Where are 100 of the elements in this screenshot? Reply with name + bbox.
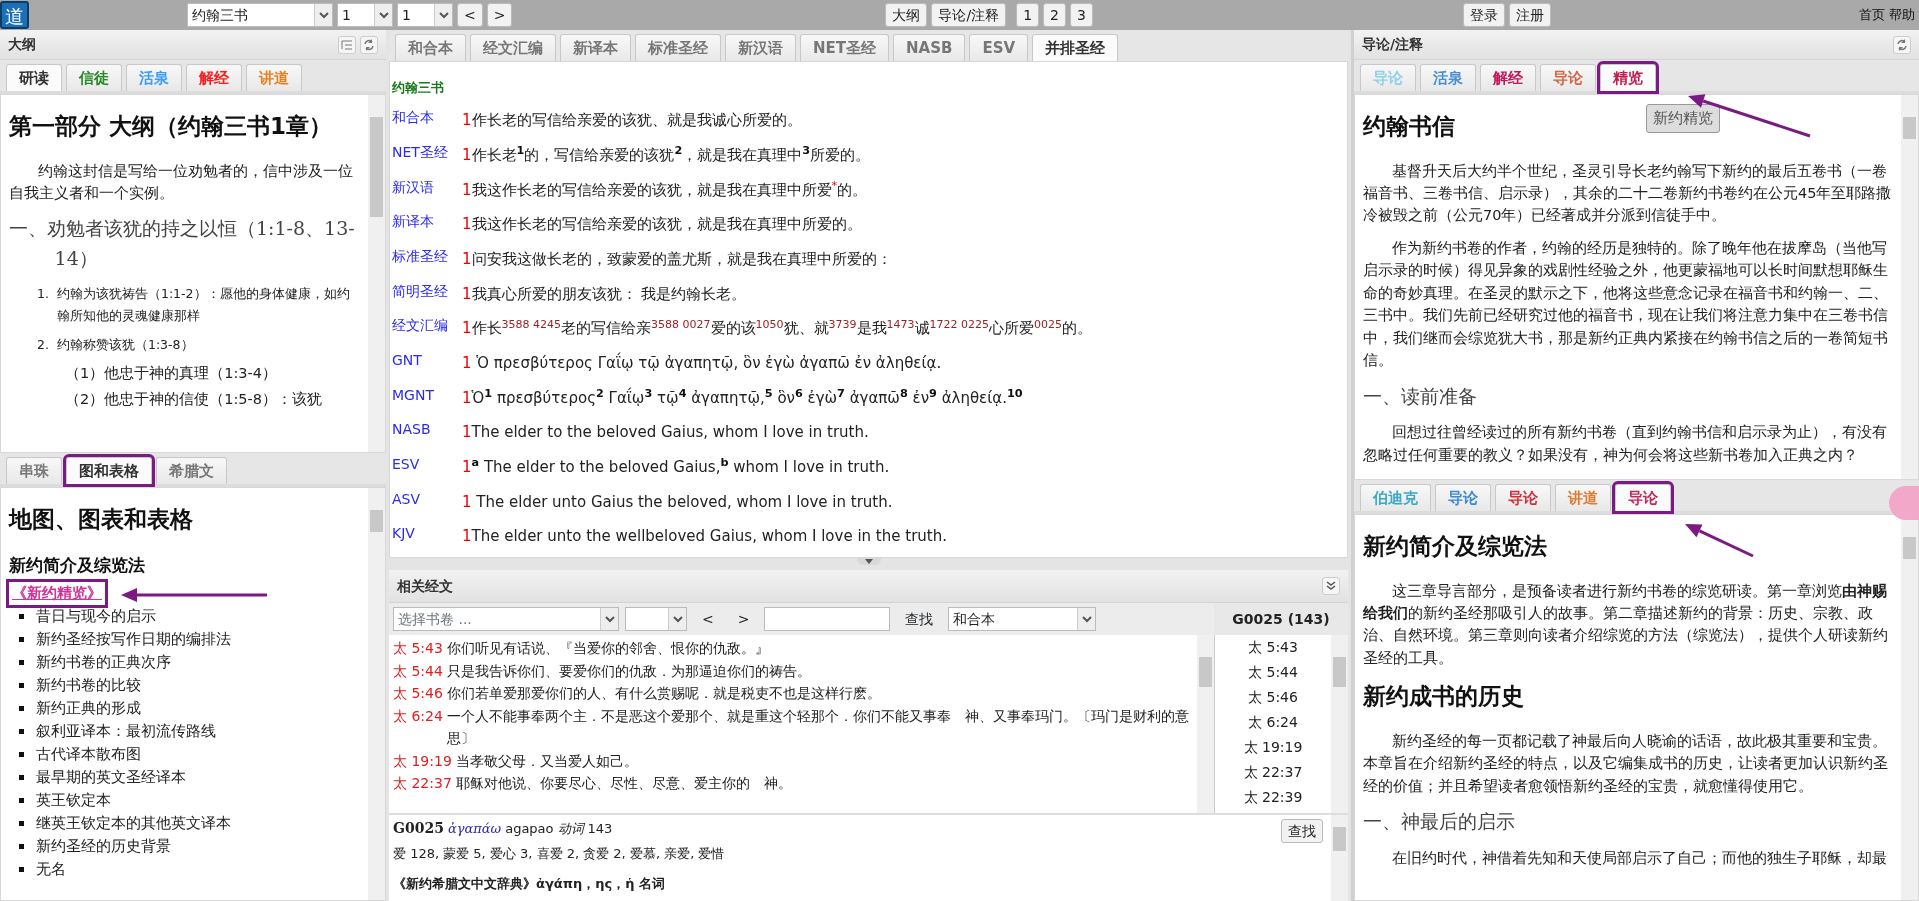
tab[interactable]: 新译本 (560, 34, 631, 61)
verse-reference[interactable]: 太 5:46 (393, 682, 443, 705)
verse-reference[interactable]: 太 22:37 (393, 772, 452, 795)
version-link[interactable]: 简明圣经 (392, 281, 462, 315)
list-item: 继英王钦定本的其他英文译本 (36, 813, 231, 833)
tab[interactable]: 导论 (1495, 484, 1551, 511)
tab[interactable]: ESV (969, 34, 1029, 61)
tab[interactable]: 信徒 (66, 64, 122, 91)
list-number: 2. (37, 335, 49, 354)
tab[interactable]: 解经 (1480, 64, 1536, 91)
scrollbar[interactable] (368, 95, 385, 452)
bullet-icon (19, 659, 24, 665)
paragraph: 回想过往曾经读过的所有新约书卷（直到约翰书信和启示录为止），有没有忽略过任何重要的教义？如果没有，神为何会将这些新书卷加入正典之内？ (1363, 423, 1888, 465)
verse-reference[interactable]: 太 5:44 (393, 659, 443, 682)
page-button[interactable]: 3 (1070, 3, 1093, 27)
version-link[interactable]: GNT (392, 350, 462, 384)
section-heading: 一、神最后的启示 (1363, 809, 1515, 835)
view-button[interactable]: 大纲 (885, 3, 928, 27)
verse-select[interactable]: 1 (397, 3, 453, 27)
version-link[interactable]: 新汉语 (392, 177, 462, 211)
scrollbar-thumb[interactable] (370, 117, 383, 217)
page-button[interactable]: 1 (1016, 3, 1040, 27)
prev-button[interactable]: < (693, 603, 723, 635)
version-link[interactable]: 经文汇编 (392, 316, 462, 349)
next-button[interactable]: > (486, 3, 513, 27)
tab[interactable]: 新汉语 (725, 34, 796, 61)
list-item[interactable]: 太 5:44 (1215, 660, 1331, 685)
scrollbar[interactable] (368, 488, 385, 900)
version-link[interactable]: 标准圣经 (392, 246, 462, 280)
prev-button[interactable]: < (457, 3, 483, 27)
greek-word: ἀγαπάω (447, 820, 502, 838)
account-button[interactable]: 注册 (1508, 3, 1551, 27)
version-link[interactable]: ASV (392, 489, 462, 523)
bullet-icon (19, 774, 24, 780)
scrollbar[interactable] (1197, 635, 1214, 813)
scrollbar-thumb[interactable] (1333, 827, 1346, 851)
version-link[interactable]: NASB (392, 420, 462, 453)
scrollbar[interactable] (1901, 95, 1918, 479)
section-heading: 一、劝勉者该犹的持之以恒（1:1-8、13-14） (9, 216, 356, 271)
tab[interactable]: 和合本 (395, 34, 466, 61)
verse-text: 1作长老$^{1}$的，写信给亲爱的该犹$^{2}$，就是我在真理中$^{3}$所爱的。 (462, 143, 872, 166)
tab[interactable]: 标准圣经 (635, 34, 721, 61)
scrollbar-thumb[interactable] (1903, 117, 1916, 139)
scrollbar[interactable] (1331, 635, 1348, 813)
next-button[interactable]: > (728, 603, 759, 635)
tab[interactable]: 并排圣经 (1032, 34, 1119, 61)
book-select[interactable]: 选择书卷 ... (393, 607, 619, 631)
link[interactable]: 《新约精览》 (9, 582, 105, 605)
search-field[interactable] (764, 607, 891, 631)
list-item[interactable]: 太 5:46 (1215, 685, 1331, 710)
search-button[interactable]: 查找 (1281, 819, 1323, 843)
collapse-icon[interactable] (1322, 577, 1340, 595)
list-item[interactable]: 太 5:43 (1215, 635, 1331, 660)
account-button[interactable]: 登录 (1462, 3, 1505, 27)
nav-link[interactable]: 首页 (1859, 5, 1885, 25)
tab[interactable]: 图和表格 (66, 457, 152, 484)
caret-icon (604, 615, 615, 623)
list-item: 无名 (36, 859, 66, 879)
scrollbar-thumb[interactable] (1333, 657, 1346, 687)
scrollbar-thumb[interactable] (370, 510, 383, 532)
version-link[interactable]: NET圣经 (392, 142, 462, 176)
verse-reference[interactable]: 太 19:19 (393, 749, 452, 772)
section-heading: 一、读前准备 (1363, 383, 1477, 409)
version-link[interactable]: 新译本 (392, 212, 462, 245)
version-link[interactable]: ESV (392, 454, 462, 488)
version-select[interactable]: 和合本 (948, 607, 1097, 631)
version-link[interactable]: MGNT (392, 385, 462, 419)
tab[interactable]: NET圣经 (800, 34, 890, 61)
tab[interactable]: 导论 (1615, 484, 1671, 511)
tab[interactable]: 经文汇编 (470, 34, 556, 61)
version-link[interactable]: KJV (392, 524, 462, 557)
logo[interactable]: 道 (0, 1, 29, 29)
scrollbar[interactable] (1331, 815, 1348, 901)
tab[interactable]: 串珠 (6, 457, 62, 484)
book-select[interactable]: 约翰三书 (187, 3, 333, 27)
version-link[interactable]: 和合本 (392, 108, 462, 141)
chapter-select[interactable] (625, 607, 687, 631)
page-button[interactable]: 2 (1043, 3, 1067, 27)
refresh-icon[interactable] (360, 35, 378, 54)
chapter-select[interactable]: 1 (337, 3, 393, 27)
scrollbar-thumb[interactable] (1903, 537, 1916, 559)
tab[interactable]: 精览 (1600, 64, 1656, 91)
search-button[interactable]: 查找 (896, 603, 943, 635)
list-icon[interactable] (338, 35, 356, 54)
verse-reference[interactable]: 太 6:24 (393, 704, 443, 750)
list-item[interactable]: 太 19:19 (1215, 735, 1331, 760)
nav-link[interactable]: 帮助 (1889, 5, 1915, 25)
verse-reference[interactable]: 太 5:43 (393, 637, 443, 660)
bullet-icon (19, 613, 24, 619)
tab[interactable]: 希腊文 (156, 457, 227, 484)
book-title: 约翰三书 (392, 79, 445, 97)
list-item[interactable]: 太 22:37 (1215, 760, 1331, 785)
refresh-icon[interactable] (1893, 35, 1911, 54)
tab[interactable]: 研读 (6, 64, 62, 91)
view-button[interactable]: 导论/注释 (931, 3, 1007, 27)
list-item[interactable]: 太 6:24 (1215, 710, 1331, 735)
tab[interactable]: NASB (893, 34, 966, 61)
splitter-handle[interactable] (856, 558, 881, 565)
scrollbar-thumb[interactable] (1199, 657, 1212, 687)
list-item[interactable]: 太 22:39 (1215, 785, 1331, 810)
